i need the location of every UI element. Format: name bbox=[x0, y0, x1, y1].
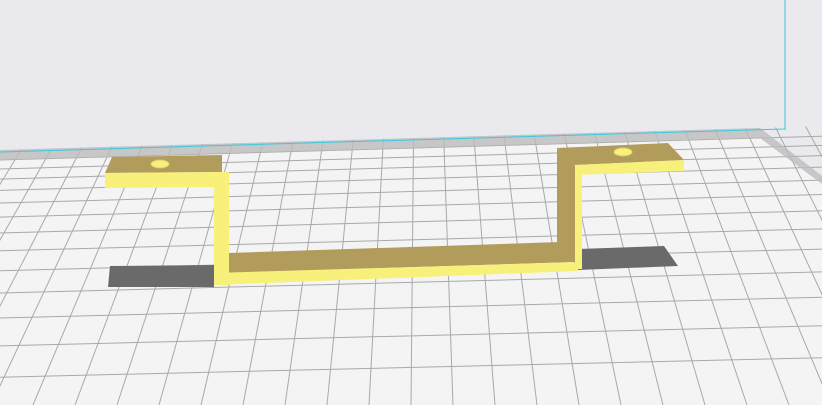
right-vertical-side bbox=[557, 148, 575, 263]
left-tab-front bbox=[105, 172, 222, 188]
left-vertical-face bbox=[214, 172, 229, 285]
left-mounting-hole bbox=[150, 159, 170, 169]
right-mounting-hole bbox=[613, 147, 633, 157]
right-vertical-front bbox=[575, 165, 582, 269]
3d-viewport[interactable] bbox=[0, 0, 822, 405]
